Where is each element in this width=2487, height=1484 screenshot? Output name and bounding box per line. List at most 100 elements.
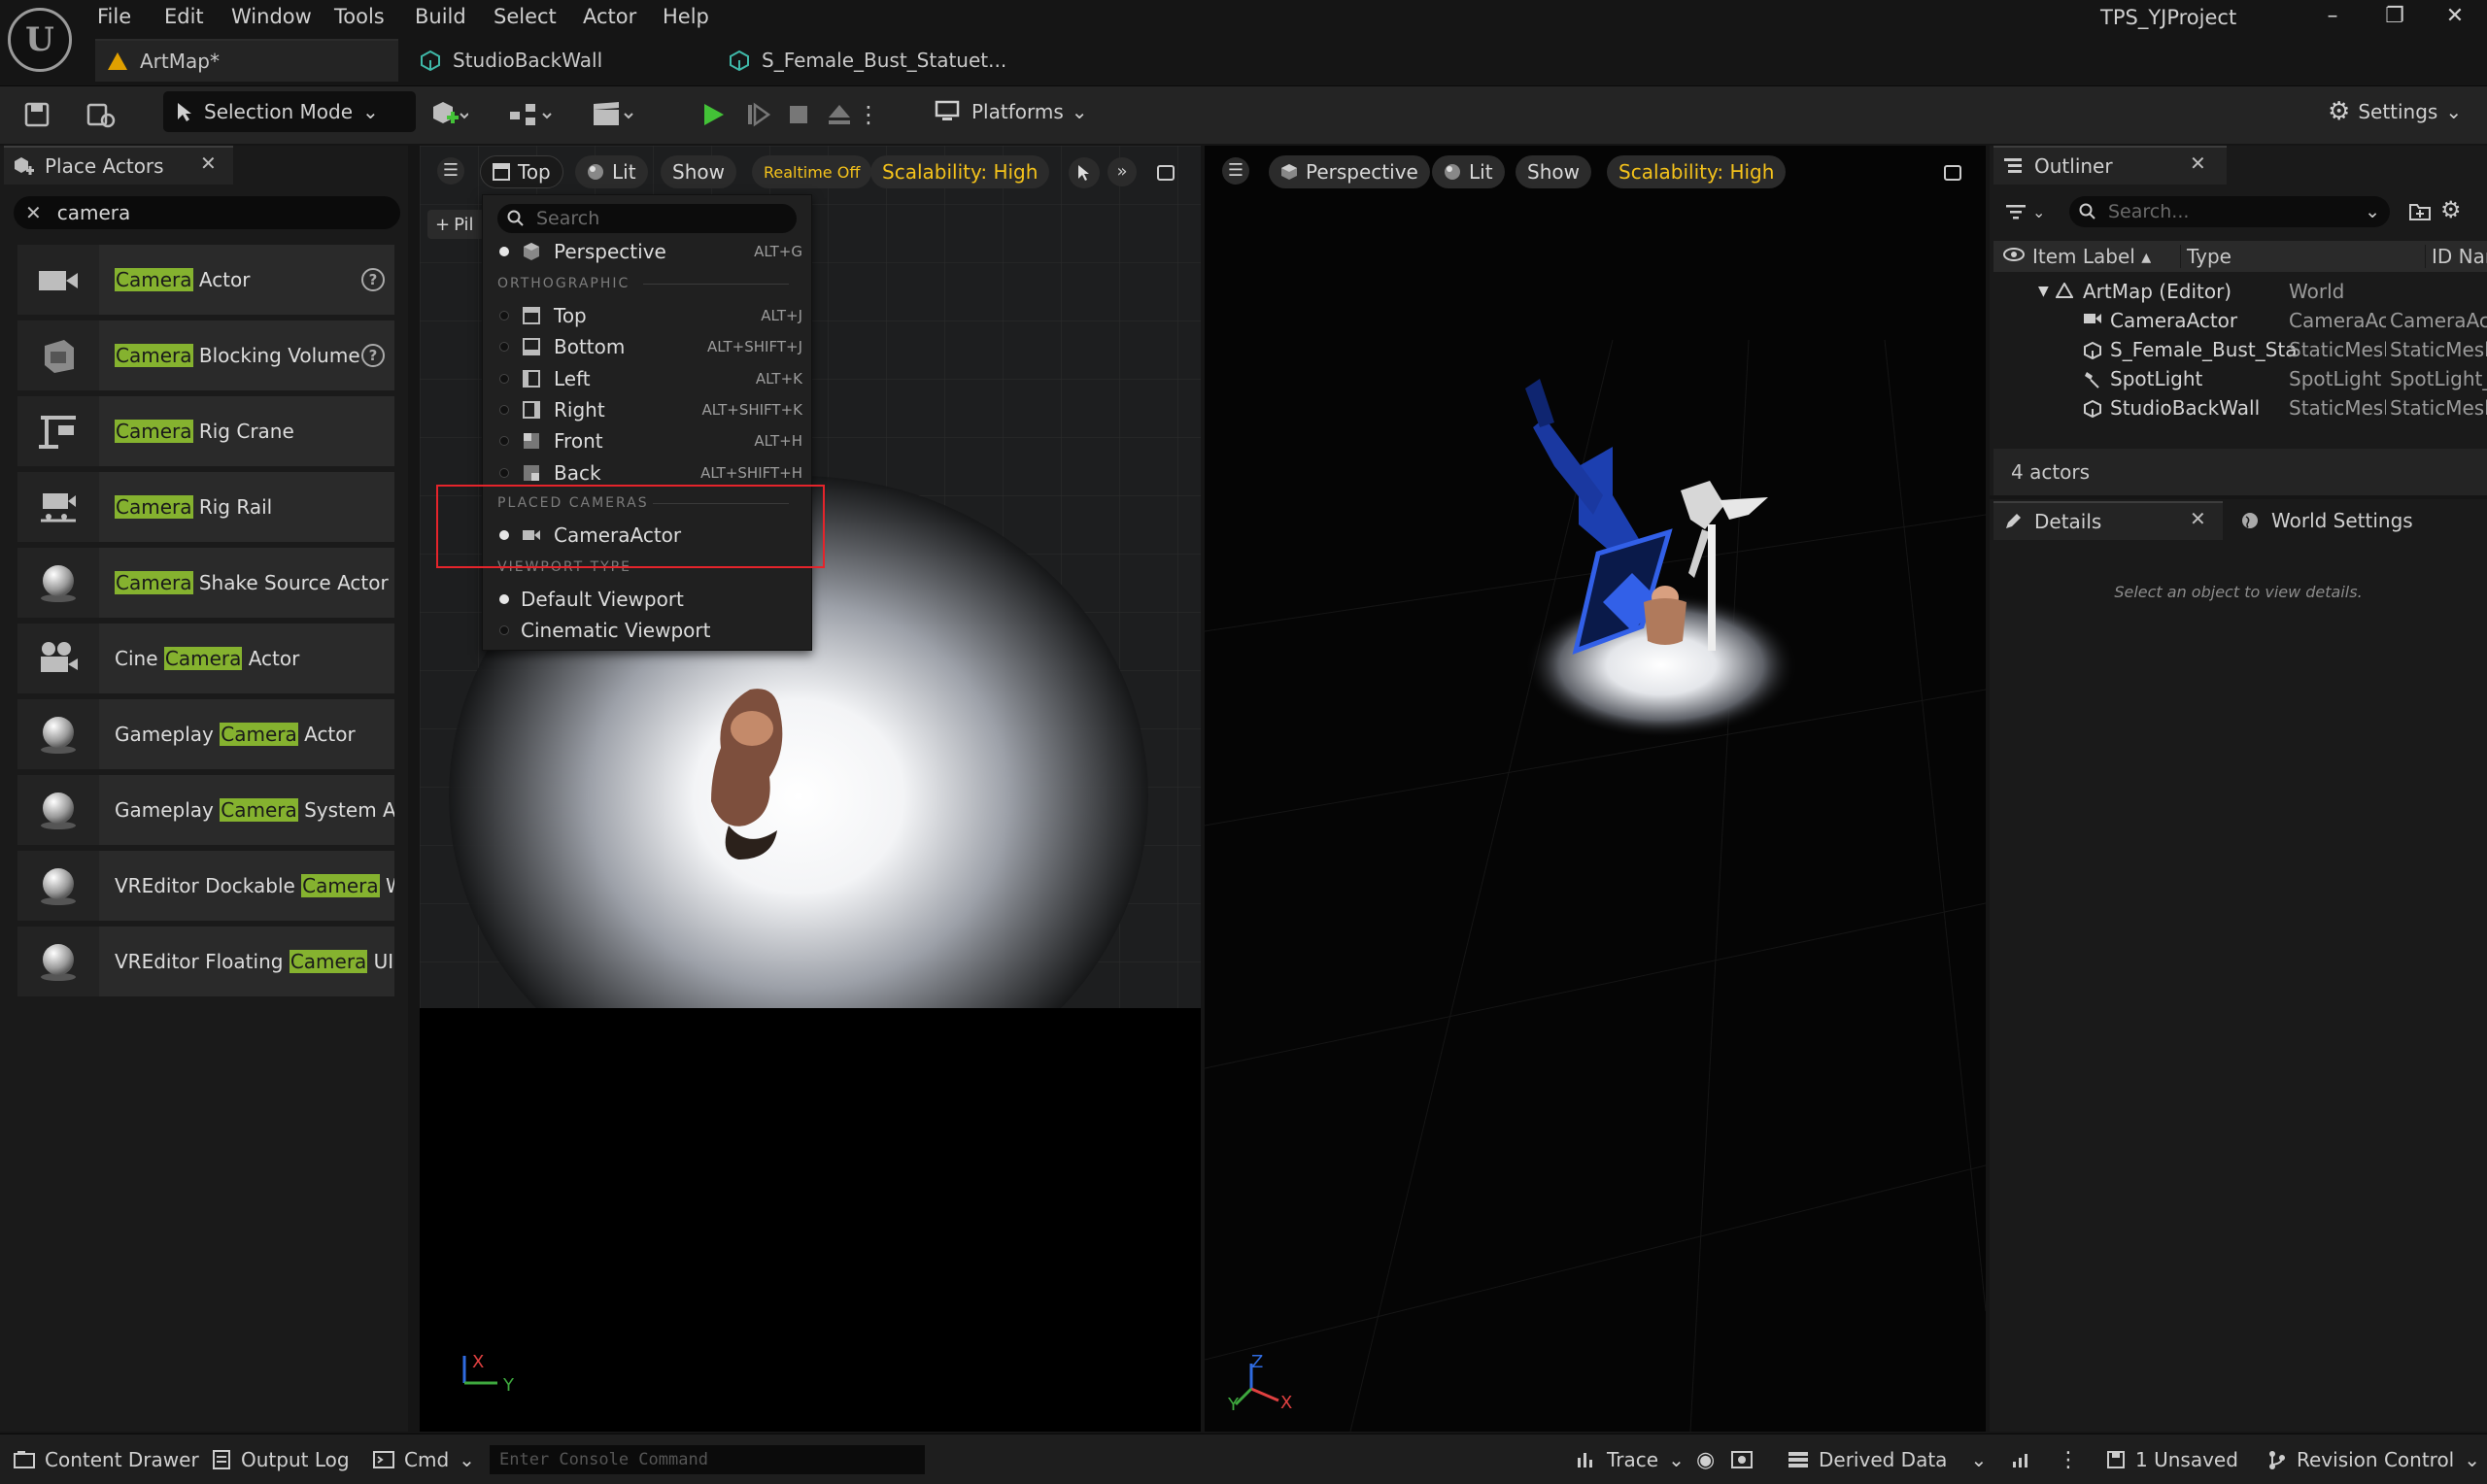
tab-studiobackwall[interactable]: StudioBackWall [408, 39, 699, 82]
console-command-input[interactable]: Enter Console Command [490, 1445, 925, 1474]
pilot-button[interactable]: + Pil [427, 210, 486, 239]
place-actors-tab[interactable]: Place Actors [4, 146, 233, 185]
place-actor-item[interactable]: Cine Camera Actor [17, 624, 394, 693]
derived-data-dropdown[interactable]: Derived Data ⌄ [1788, 1443, 1987, 1476]
more-options-icon[interactable]: ⋮ [857, 93, 880, 136]
menu-select[interactable]: Select [494, 2, 557, 31]
place-actor-item[interactable]: Camera Blocking Volume? [17, 320, 394, 390]
step-icon[interactable] [736, 93, 779, 136]
gear-icon[interactable]: ⚙ [2440, 196, 2462, 223]
cmd-dropdown[interactable]: Cmd ⌄ [373, 1443, 475, 1476]
place-actor-item[interactable]: VREditor Floating Camera UI [17, 927, 394, 996]
place-actors-search[interactable]: ✕ camera [14, 196, 400, 229]
view-mode-button[interactable]: Top [480, 155, 563, 188]
column-id-name[interactable]: ID Name [2425, 245, 2487, 268]
menu-search-input[interactable]: Search [497, 204, 797, 233]
show-button[interactable]: Show [661, 155, 736, 188]
more-options-icon[interactable]: ⋮ [2058, 1443, 2079, 1476]
outliner-row[interactable]: CameraActor CameraAc CameraAc [1993, 307, 2487, 336]
close-icon[interactable]: ✕ [2190, 507, 2206, 530]
lit-button[interactable]: Lit [575, 155, 648, 188]
menu-build[interactable]: Build [415, 2, 466, 31]
menu-item-cinematic-viewport[interactable]: Cinematic Viewport [492, 616, 802, 645]
place-actor-item[interactable]: Camera Actor? [17, 245, 394, 315]
menu-item-back[interactable]: Back ALT+SHIFT+H [492, 458, 802, 488]
viewport-perspective[interactable] [1205, 146, 1986, 1432]
column-type[interactable]: Type [2180, 245, 2231, 268]
add-folder-icon[interactable] [2407, 198, 2433, 223]
help-icon[interactable]: ? [361, 344, 385, 367]
menu-item-perspective[interactable]: Perspective ALT+G [492, 237, 802, 266]
chevron-down-icon[interactable]: ⌄ [2365, 201, 2380, 222]
place-actor-item[interactable]: Camera Rig Rail [17, 472, 394, 542]
cinematics-icon[interactable] [583, 93, 641, 136]
expand-arrow-icon[interactable]: ▼ [2038, 284, 2049, 299]
filter-icon[interactable]: ⌄ [2005, 198, 2056, 225]
expand-toolbar-icon[interactable]: » [1107, 157, 1137, 186]
outliner-row[interactable]: StudioBackWall StaticMesl StaticMesl [1993, 394, 2487, 423]
restore-icon[interactable]: ❐ [2380, 2, 2409, 31]
clear-search-icon[interactable]: ✕ [25, 201, 42, 224]
scalability-button[interactable]: Scalability: High [870, 155, 1050, 188]
screenshot-icon[interactable] [1731, 1443, 1753, 1476]
maximize-viewport-icon[interactable] [1152, 159, 1179, 186]
viewport-options-icon[interactable]: ☰ [1222, 157, 1249, 185]
tab-artmap[interactable]: ArtMap* [95, 39, 398, 82]
place-actor-item[interactable]: Camera Rig Crane [17, 396, 394, 466]
trace-dropdown[interactable]: Trace ⌄ [1576, 1443, 1685, 1476]
menu-file[interactable]: File [97, 2, 131, 31]
record-icon[interactable]: ◉ [1696, 1443, 1715, 1476]
select-transform-icon[interactable] [1069, 157, 1100, 188]
menu-edit[interactable]: Edit [164, 2, 204, 31]
menu-item-default-viewport[interactable]: Default Viewport [492, 585, 802, 614]
close-window-icon[interactable]: ✕ [2440, 2, 2470, 31]
menu-help[interactable]: Help [663, 2, 709, 31]
place-actor-item[interactable]: VREditor Dockable Camera Wind [17, 851, 394, 921]
scalability-button[interactable]: Scalability: High [1607, 155, 1787, 188]
stop-icon[interactable] [777, 93, 820, 136]
menu-actor[interactable]: Actor [583, 2, 636, 31]
settings-dropdown[interactable]: ⚙ Settings ⌄ [2328, 91, 2462, 132]
revision-control-dropdown[interactable]: Revision Control ⌄ [2267, 1443, 2480, 1476]
close-icon[interactable]: ✕ [200, 152, 223, 175]
show-button[interactable]: Show [1516, 155, 1591, 188]
world-settings-tab[interactable]: World Settings [2231, 501, 2413, 540]
source-control-icon[interactable] [80, 93, 122, 136]
menu-window[interactable]: Window [231, 2, 312, 31]
menu-tools[interactable]: Tools [334, 2, 385, 31]
menu-item-left[interactable]: Left ALT+K [492, 364, 802, 393]
place-actor-item[interactable]: Gameplay Camera Actor [17, 699, 394, 769]
outliner-row[interactable]: ▼ ArtMap (Editor) World [1993, 278, 2487, 307]
column-item-label[interactable]: Item Label ▴ [2032, 245, 2151, 268]
maximize-viewport-icon[interactable] [1939, 159, 1966, 186]
search-input-value[interactable]: camera [57, 201, 131, 224]
content-drawer-button[interactable]: Content Drawer [14, 1443, 199, 1476]
lit-button[interactable]: Lit [1432, 155, 1505, 188]
save-icon[interactable] [16, 93, 58, 136]
selection-mode-dropdown[interactable]: Selection Mode ⌄ [163, 91, 416, 132]
place-actor-item[interactable]: Gameplay Camera System Actor [17, 775, 394, 845]
close-icon[interactable]: ✕ [2190, 152, 2206, 175]
outliner-row[interactable]: S_Female_Bust_Sta StaticMesl StaticMesl [1993, 336, 2487, 365]
view-mode-button[interactable]: Perspective [1269, 155, 1430, 188]
help-icon[interactable]: ? [361, 268, 385, 291]
tab-female-bust[interactable]: S_Female_Bust_Statuet... [717, 39, 1028, 82]
realtime-off-button[interactable]: Realtime Off [752, 155, 872, 188]
viewport-options-icon[interactable]: ☰ [437, 157, 464, 185]
menu-item-right[interactable]: Right ALT+SHIFT+K [492, 395, 802, 424]
eject-icon[interactable] [818, 93, 861, 136]
minimize-icon[interactable]: – [2318, 2, 2347, 31]
outliner-search-input[interactable]: Search... ⌄ [2069, 196, 2390, 227]
outliner-row[interactable]: SpotLight SpotLight SpotLight_ [1993, 365, 2487, 394]
menu-item-bottom[interactable]: Bottom ALT+SHIFT+J [492, 332, 802, 361]
unsaved-button[interactable]: 1 Unsaved [2106, 1443, 2238, 1476]
visibility-eye-icon[interactable] [2003, 247, 2025, 262]
unreal-logo-icon[interactable]: U [8, 8, 72, 72]
place-actor-item[interactable]: Camera Shake Source Actor [17, 548, 394, 618]
menu-item-front[interactable]: Front ALT+H [492, 426, 802, 455]
network-icon[interactable] [2011, 1443, 2032, 1476]
output-log-button[interactable]: Output Log [212, 1443, 350, 1476]
play-icon[interactable] [692, 93, 734, 136]
menu-item-top[interactable]: Top ALT+J [492, 301, 802, 330]
details-tab[interactable]: Details [1993, 501, 2223, 540]
